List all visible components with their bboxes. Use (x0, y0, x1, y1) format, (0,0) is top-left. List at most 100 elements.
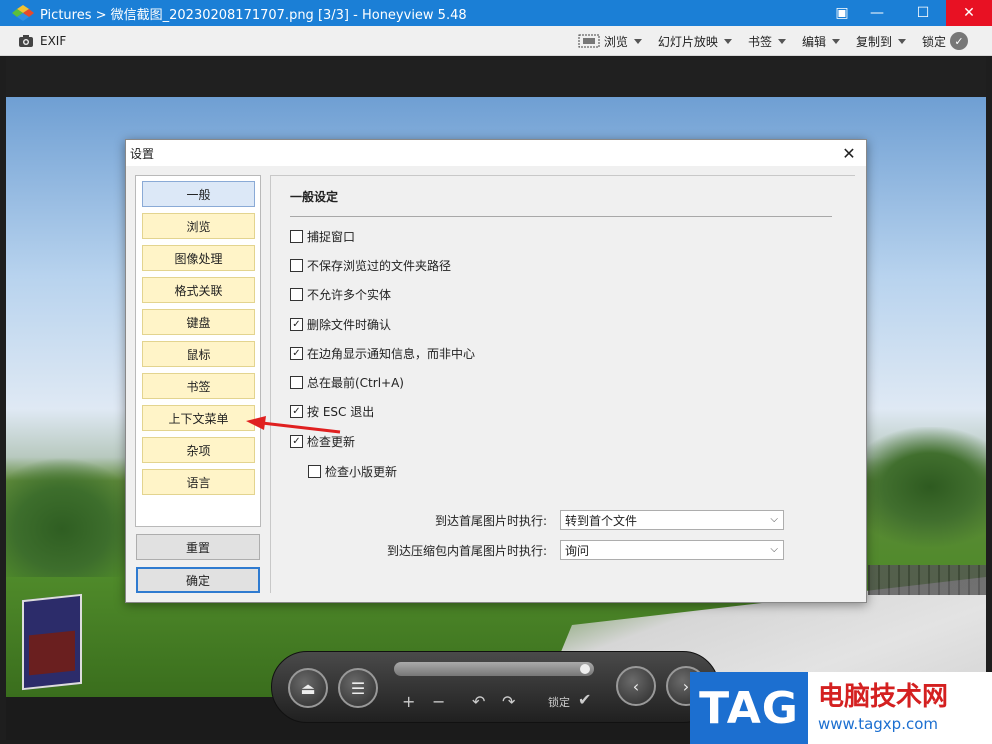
end-action-value: 转到首个文件 (565, 513, 638, 528)
slideshow-label: 幻灯片放映 (657, 34, 718, 49)
zoom-in-button[interactable]: + (402, 692, 415, 711)
nav-item-image-processing[interactable]: 图像处理 (142, 245, 255, 271)
end-action-select[interactable]: 转到首个文件 ⌵ (560, 510, 784, 530)
chevron-down-icon (777, 38, 786, 44)
window-title: Pictures > 微信截图_20230208171707.png [3/3]… (40, 7, 467, 23)
slideshow-menu[interactable]: 幻灯片放映 (658, 33, 732, 50)
section-divider (290, 216, 832, 217)
close-button[interactable]: ✕ (946, 0, 992, 26)
browse-icon (578, 34, 600, 48)
close-icon: ✕ (842, 143, 856, 163)
option-label: 删除文件时确认 (307, 318, 392, 332)
option-capture-window[interactable]: 捕捉窗口 (290, 228, 355, 245)
watermark-title: 电脑技术网 (818, 681, 949, 712)
checkbox[interactable] (290, 230, 303, 243)
option-label: 在边角显示通知信息，而非中心 (307, 347, 476, 361)
ok-button[interactable]: 确定 (136, 567, 260, 593)
nav-item-language[interactable]: 语言 (142, 469, 255, 495)
checkbox[interactable] (290, 259, 303, 272)
end-action-label: 到达首尾图片时执行: (434, 514, 547, 528)
chevron-down-icon (897, 38, 906, 44)
checkbox[interactable] (290, 288, 303, 301)
nav-item-keyboard[interactable]: 键盘 (142, 309, 255, 335)
lock-label: 锁定 (921, 34, 946, 49)
zoom-out-button[interactable]: − (432, 692, 445, 711)
edit-menu[interactable]: 编辑 (802, 33, 840, 50)
lock-toggle[interactable]: 锁定 ✓ (922, 32, 968, 50)
rotate-left-icon[interactable]: ↶ (472, 692, 485, 711)
camera-icon (19, 34, 33, 47)
settings-dialog: 设置 ✕ 一般 浏览 图像处理 格式关联 键盘 鼠标 书签 上下文菜单 杂项 语… (125, 139, 867, 603)
tag-logo: TAG (690, 672, 808, 744)
player-lock-label[interactable]: 锁定 (548, 694, 570, 710)
option-label: 不允许多个实体 (307, 288, 392, 302)
nav-item-context-menu[interactable]: 上下文菜单 (142, 405, 255, 431)
edit-label: 编辑 (801, 34, 826, 49)
section-title: 一般设定 (290, 190, 339, 204)
sale-sign (22, 593, 82, 691)
browse-menu[interactable]: 浏览 (578, 33, 642, 50)
rotate-right-icon[interactable]: ↷ (502, 692, 515, 711)
toolbar: EXIF 浏览 幻灯片放映 书签 编辑 复制到 锁定 ✓ (0, 26, 992, 56)
exif-button[interactable]: EXIF (18, 34, 66, 48)
menu-icon: ☰ (350, 678, 366, 698)
checkbox[interactable] (308, 465, 321, 478)
bookmark-label: 书签 (747, 34, 772, 49)
nav-item-general[interactable]: 一般 (142, 181, 255, 207)
title-bar: Pictures > 微信截图_20230208171707.png [3/3]… (0, 0, 992, 26)
chevron-right-icon: › (682, 676, 690, 696)
option-no-save-path[interactable]: 不保存浏览过的文件夹路径 (290, 257, 451, 274)
checkbox-checked[interactable]: ✓ (290, 347, 303, 360)
trees-right (846, 427, 986, 547)
bookmark-menu[interactable]: 书签 (748, 33, 786, 50)
copy-to-menu[interactable]: 复制到 (856, 33, 906, 50)
copy-to-label: 复制到 (855, 34, 892, 49)
chevron-down-icon (633, 38, 642, 44)
position-slider[interactable] (394, 662, 594, 676)
viewer-top-margin (6, 57, 986, 97)
option-confirm-delete[interactable]: ✓ 删除文件时确认 (290, 316, 391, 333)
reset-button[interactable]: 重置 (136, 534, 260, 560)
maximize-button[interactable]: ☐ (900, 0, 946, 26)
eject-button[interactable]: ⏏ (288, 668, 328, 708)
option-always-on-top[interactable]: 总在最前(Ctrl+A) (290, 374, 404, 391)
archive-end-value: 询问 (565, 543, 590, 558)
slider-knob[interactable] (580, 664, 590, 674)
check-circle-icon: ✓ (950, 32, 968, 50)
chevron-down-icon: ⌵ (770, 514, 778, 525)
checkbox[interactable] (290, 376, 303, 389)
chevron-down-icon: ⌵ (770, 544, 778, 555)
minimize-button[interactable]: — (854, 0, 900, 26)
watermark-url: www.tagxp.com (818, 715, 938, 734)
nav-item-mouse[interactable]: 鼠标 (142, 341, 255, 367)
dialog-title-bar: 设置 ✕ (126, 140, 866, 166)
browse-label: 浏览 (603, 34, 628, 49)
option-label: 总在最前(Ctrl+A) (307, 376, 404, 390)
chevron-down-icon (723, 38, 732, 44)
option-label: 检查小版更新 (325, 465, 398, 479)
settings-content: 一般设定 捕捉窗口 不保存浏览过的文件夹路径 不允许多个实体 ✓ 删除文件时确认 … (270, 175, 855, 593)
option-label: 捕捉窗口 (307, 230, 356, 244)
watermark: TAG 电脑技术网 www.tagxp.com (690, 672, 992, 744)
playback-controls: ⏏ ☰ + − ↶ ↷ 锁定 ✔ ‹ › (271, 651, 719, 723)
checkbox-checked[interactable]: ✓ (290, 318, 303, 331)
fullscreen-button[interactable]: ▣ (830, 0, 854, 26)
option-single-instance[interactable]: 不允许多个实体 (290, 286, 391, 303)
dialog-close-button[interactable]: ✕ (838, 142, 860, 164)
honeyview-logo-icon (10, 0, 36, 26)
archive-end-select[interactable]: 询问 ⌵ (560, 540, 784, 560)
option-corner-notify[interactable]: ✓ 在边角显示通知信息，而非中心 (290, 345, 475, 362)
nav-item-browse[interactable]: 浏览 (142, 213, 255, 239)
nav-item-file-association[interactable]: 格式关联 (142, 277, 255, 303)
fence (868, 565, 986, 595)
annotation-arrow-icon (246, 416, 341, 434)
chevron-down-icon (831, 38, 840, 44)
option-check-minor-update[interactable]: 检查小版更新 (308, 463, 397, 480)
menu-button[interactable]: ☰ (338, 668, 378, 708)
option-label: 不保存浏览过的文件夹路径 (307, 259, 452, 273)
nav-item-misc[interactable]: 杂项 (142, 437, 255, 463)
previous-button[interactable]: ‹ (616, 666, 656, 706)
nav-item-bookmark[interactable]: 书签 (142, 373, 255, 399)
settings-nav: 一般 浏览 图像处理 格式关联 键盘 鼠标 书签 上下文菜单 杂项 语言 (135, 175, 261, 527)
check-circle-icon: ✔ (578, 690, 592, 709)
